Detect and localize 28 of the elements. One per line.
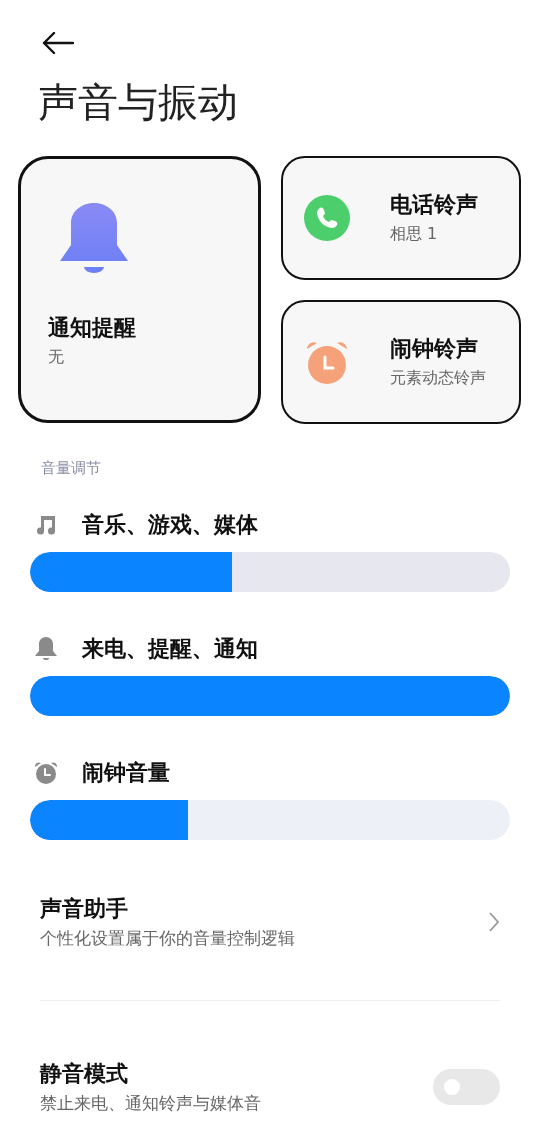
- volume-slider[interactable]: [30, 800, 510, 840]
- card-subtitle: 无: [48, 346, 65, 368]
- notification-card[interactable]: 通知提醒 无: [18, 156, 261, 423]
- ringtone-card[interactable]: 电话铃声 相思 1: [281, 156, 521, 280]
- setting-title: 声音助手: [40, 895, 129, 923]
- volume-label: 音乐、游戏、媒体: [82, 511, 258, 539]
- section-label: 音量调节: [41, 458, 102, 478]
- phone-icon: [304, 195, 350, 241]
- ringtone-card[interactable]: 闹钟铃声 元素动态铃声: [281, 300, 521, 424]
- volume-label: 来电、提醒、通知: [82, 635, 258, 663]
- volume-slider[interactable]: [30, 676, 510, 716]
- page-title: 声音与振动: [38, 78, 239, 126]
- bell-icon: [34, 636, 58, 662]
- volume-label: 闹钟音量: [82, 759, 170, 787]
- setting-description: 禁止来电、通知铃声与媒体音: [40, 1092, 261, 1115]
- back-arrow-icon[interactable]: [42, 32, 74, 54]
- setting-title: 静音模式: [40, 1060, 129, 1088]
- music-note-icon: [34, 513, 58, 537]
- card-title: 闹钟铃声: [390, 335, 479, 363]
- card-subtitle: 相思 1: [390, 223, 439, 245]
- card-title: 电话铃声: [390, 191, 478, 219]
- chevron-right-icon[interactable]: [488, 911, 500, 933]
- card-title: 通知提醒: [48, 314, 137, 342]
- setting-description: 个性化设置属于你的音量控制逻辑: [40, 927, 295, 950]
- alarm-clock-icon: [304, 339, 350, 385]
- card-subtitle: 元素动态铃声: [390, 367, 486, 389]
- volume-slider[interactable]: [30, 552, 510, 592]
- alarm-clock-icon: [34, 761, 58, 785]
